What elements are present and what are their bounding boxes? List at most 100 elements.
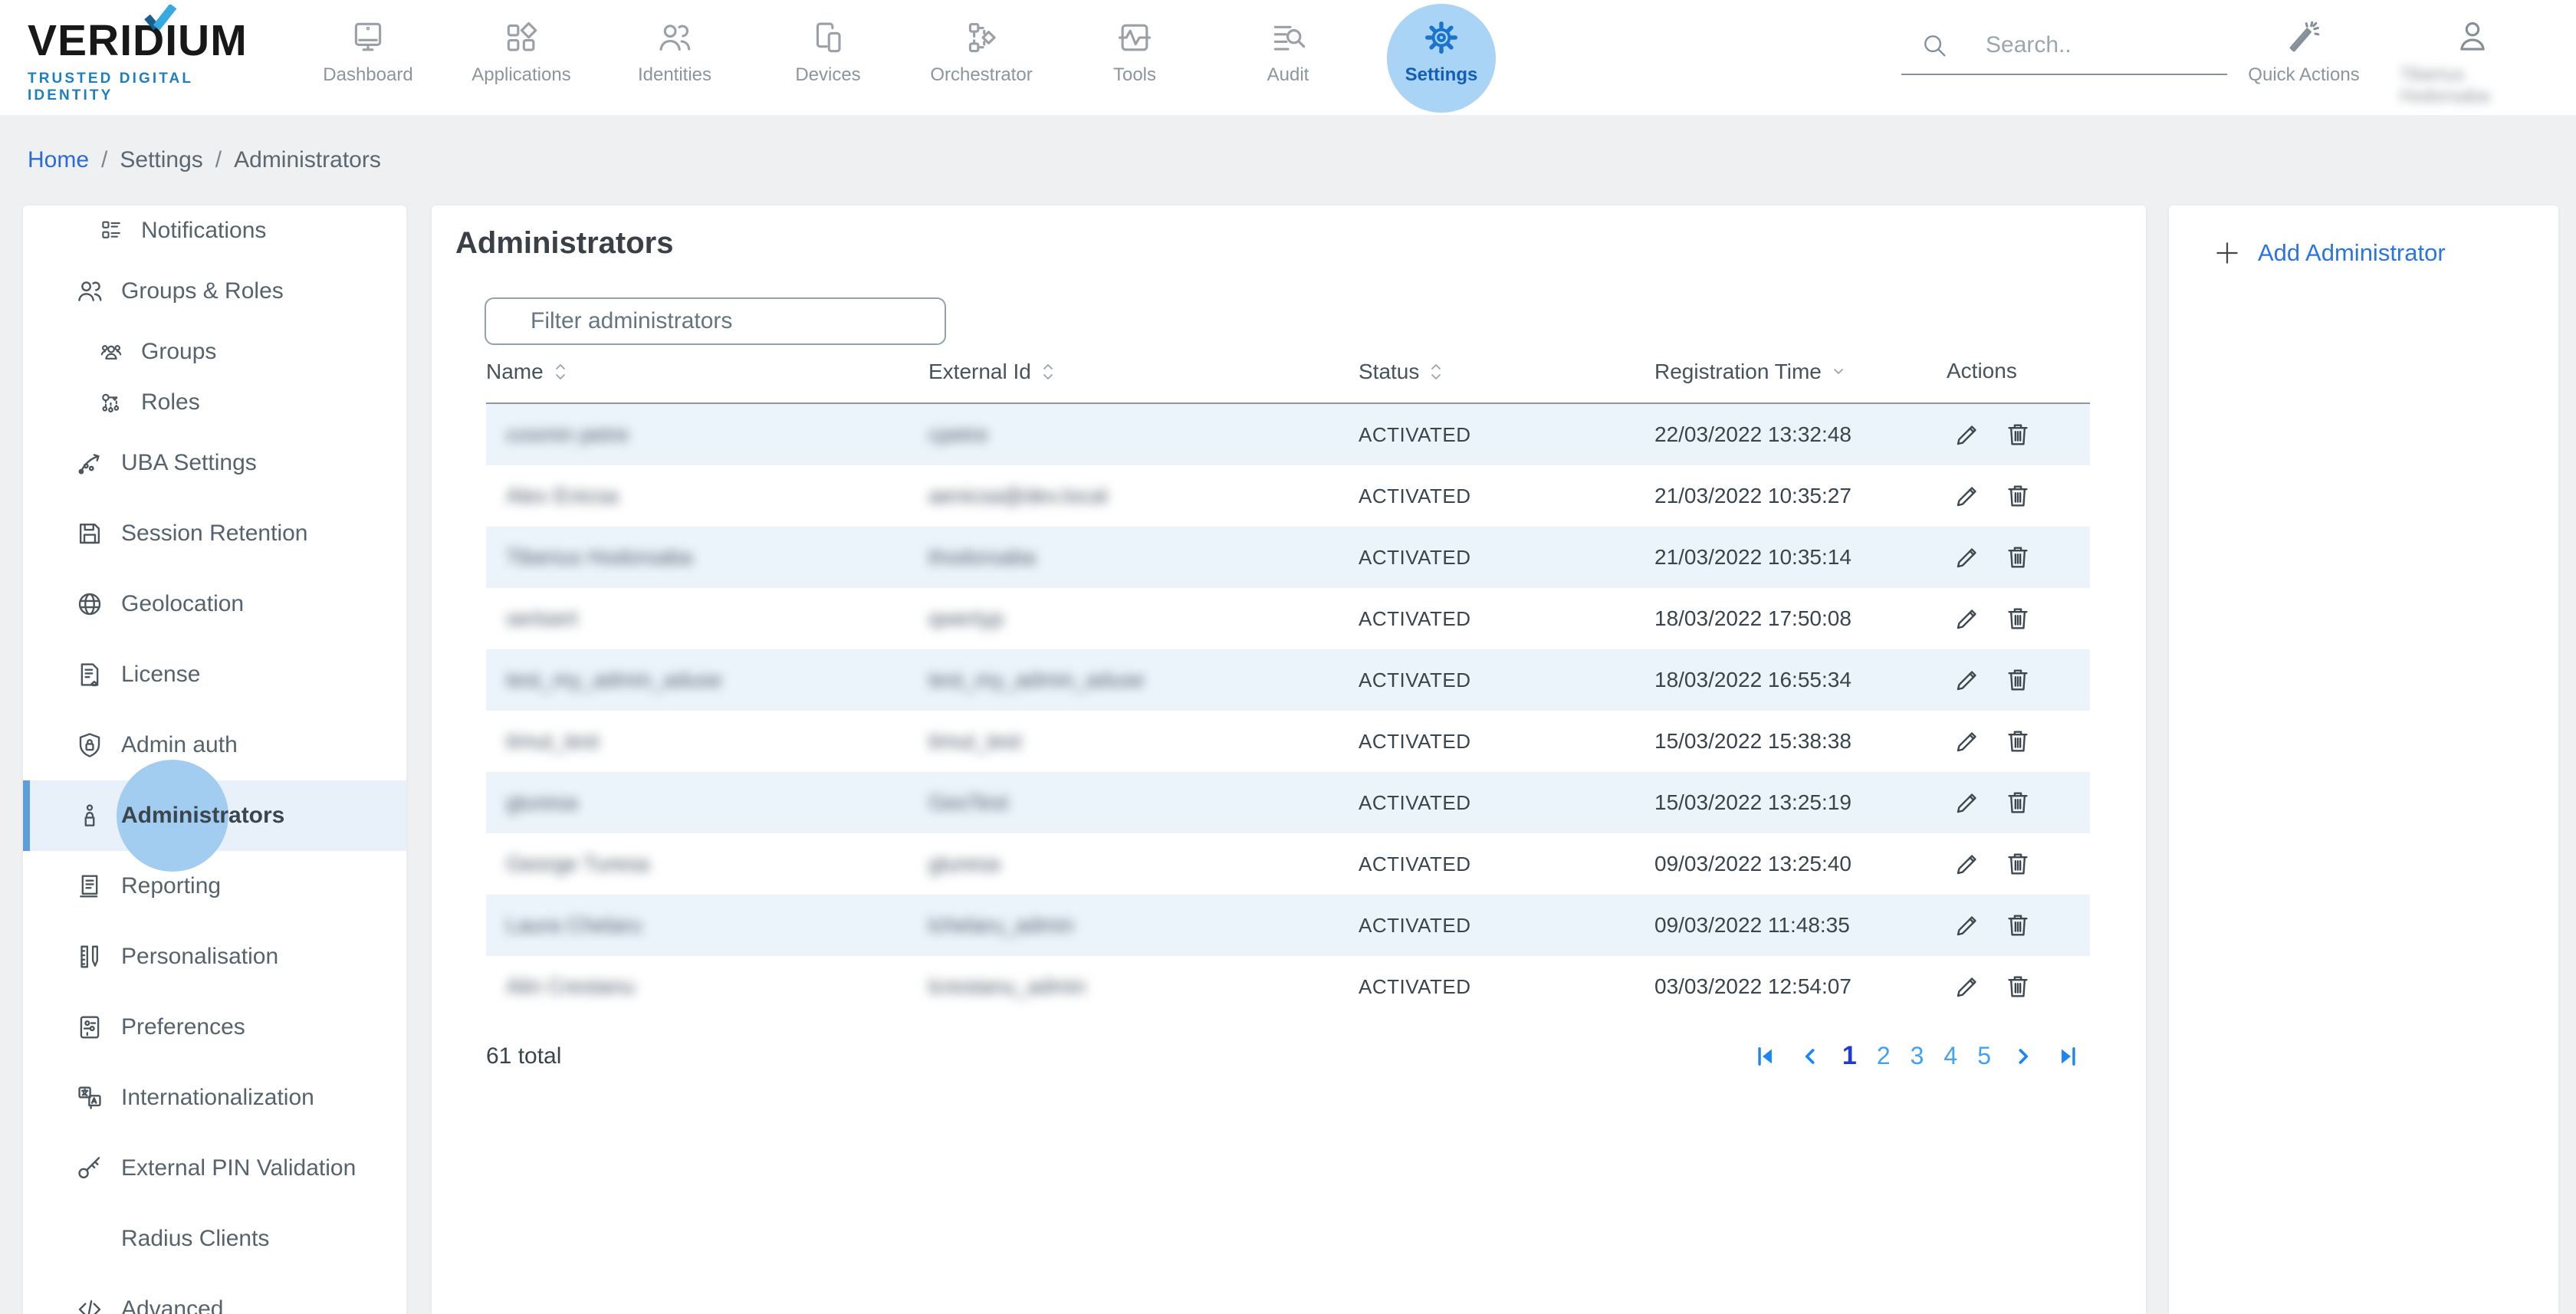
gear-icon (1422, 18, 1460, 57)
edit-administrator-button[interactable] (1953, 972, 1982, 1001)
sidebar-item[interactable]: Admin auth (23, 710, 406, 780)
cell-name: Tiberius Hodorsaba (506, 527, 692, 588)
nav-item[interactable]: Settings (1365, 0, 1518, 115)
nav-item[interactable]: Devices (751, 0, 905, 115)
pagination-first-button[interactable] (1753, 1043, 1779, 1069)
nav-item[interactable]: Identities (598, 0, 751, 115)
sidebar-item[interactable]: Preferences (23, 992, 406, 1063)
wand-icon (2285, 18, 2322, 55)
edit-administrator-button[interactable] (1953, 665, 1982, 695)
sidebar-item[interactable]: Session Retention (23, 498, 406, 569)
delete-administrator-button[interactable] (2003, 849, 2032, 879)
sidebar-item[interactable]: Advanced (23, 1274, 406, 1314)
edit-administrator-button[interactable] (1953, 788, 1982, 817)
sidebar-item-label: Geolocation (121, 591, 244, 617)
sidebar-item[interactable]: Notifications (23, 205, 406, 256)
cell-actions (1953, 588, 2032, 649)
delete-administrator-button[interactable] (2003, 727, 2032, 756)
edit-administrator-button[interactable] (1953, 911, 1982, 940)
search-input[interactable] (1986, 32, 2216, 58)
sidebar-item[interactable]: UBA Settings (23, 428, 406, 498)
breadcrumb-item[interactable]: Settings (120, 147, 202, 173)
cell-actions (1953, 833, 2032, 895)
nav-item[interactable]: Orchestrator (905, 0, 1058, 115)
edit-administrator-button[interactable] (1953, 543, 1982, 572)
column-header-registration-time[interactable]: Registration Time (1654, 359, 1848, 385)
breadcrumb-item[interactable]: Home (28, 147, 89, 173)
sidebar-item[interactable]: Geolocation (23, 569, 406, 639)
column-header-label: External Id (928, 360, 1031, 384)
sidebar-item[interactable]: Groups & Roles (23, 256, 406, 327)
add-administrator-button[interactable]: Add Administrator (2213, 239, 2446, 267)
nav-item[interactable]: Applications (445, 0, 598, 115)
filter-administrators-input[interactable] (485, 297, 946, 345)
delete-administrator-button[interactable] (2003, 420, 2032, 449)
cell-registration-time: 15/03/2022 13:25:19 (1654, 772, 1852, 833)
delete-administrator-button[interactable] (2003, 665, 2032, 695)
breadcrumb-separator: / (215, 147, 222, 173)
nav-item[interactable]: Audit (1211, 0, 1365, 115)
sidebar-item[interactable]: Internationalization (23, 1063, 406, 1133)
brand-name-text: VERIDIUM (28, 16, 248, 65)
sidebar-item-label: Roles (141, 389, 200, 416)
delete-administrator-button[interactable] (2003, 481, 2032, 511)
cell-status: ACTIVATED (1359, 833, 1471, 895)
pagination-prev-button[interactable] (1797, 1043, 1823, 1069)
column-header-external-id[interactable]: External Id (928, 359, 1057, 385)
delete-administrator-button[interactable] (2003, 911, 2032, 940)
nav-item[interactable]: Dashboard (291, 0, 445, 115)
sidebar-item[interactable]: Radius Clients (23, 1204, 406, 1274)
sidebar-item[interactable]: Personalisation (23, 921, 406, 992)
cell-actions (1953, 404, 2032, 465)
pagination-next-button[interactable] (2010, 1043, 2036, 1069)
quick-actions-button[interactable]: Quick Actions (2246, 0, 2361, 115)
cell-name: Laura Chelaru (506, 895, 642, 956)
pagination-page-4[interactable]: 4 (1944, 1042, 1957, 1070)
column-header-status[interactable]: Status (1359, 359, 1445, 385)
edit-administrator-button[interactable] (1953, 420, 1982, 449)
nav-item[interactable]: Tools (1058, 0, 1211, 115)
cell-registration-time: 18/03/2022 16:55:34 (1654, 649, 1852, 711)
search-icon (1920, 31, 1949, 60)
table-row: timut_testtimut_testACTIVATED15/03/2022 … (486, 711, 2090, 772)
table-row: Laura Chelarulchelaru_adminACTIVATED09/0… (486, 895, 2090, 956)
delete-administrator-button[interactable] (2003, 543, 2032, 572)
pagination-last-button[interactable] (2055, 1043, 2081, 1069)
cell-registration-time: 09/03/2022 11:48:35 (1654, 895, 1850, 956)
pagination-page-1[interactable]: 1 (1842, 1041, 1857, 1071)
pagination-page-3[interactable]: 3 (1911, 1042, 1924, 1070)
breadcrumb-item[interactable]: Administrators (234, 147, 381, 173)
sidebar-item[interactable]: Reporting (23, 851, 406, 921)
sidebar-item[interactable]: Administrators (23, 780, 406, 851)
nav-item-label: Dashboard (323, 64, 412, 86)
delete-administrator-button[interactable] (2003, 604, 2032, 633)
cell-name: timut_test (506, 711, 599, 772)
breadcrumb-separator: / (101, 147, 107, 173)
translate-icon (75, 1083, 104, 1112)
edit-administrator-button[interactable] (1953, 481, 1982, 511)
pagination-page-2[interactable]: 2 (1877, 1042, 1891, 1070)
nav-item-label: Audit (1267, 64, 1309, 86)
license-doc-icon (75, 660, 104, 689)
add-administrator-label: Add Administrator (2258, 239, 2446, 267)
column-header-label: Name (486, 360, 544, 384)
key-icon (75, 1154, 104, 1183)
pagination-page-5[interactable]: 5 (1977, 1042, 1991, 1070)
sidebar-item[interactable]: Roles (23, 377, 406, 428)
sidebar-item[interactable]: Groups (23, 327, 406, 377)
cell-status: ACTIVATED (1359, 711, 1471, 772)
edit-administrator-button[interactable] (1953, 727, 1982, 756)
sidebar-item[interactable]: License (23, 639, 406, 710)
table-row: test_my_admin_adusetest_my_admin_aduseAC… (486, 649, 2090, 711)
user-menu[interactable]: Tiberius Hodorsaba (2400, 0, 2545, 115)
cell-status: ACTIVATED (1359, 588, 1471, 649)
edit-administrator-button[interactable] (1953, 849, 1982, 879)
column-header-name[interactable]: Name (486, 359, 570, 385)
delete-administrator-button[interactable] (2003, 972, 2032, 1001)
delete-administrator-button[interactable] (2003, 788, 2032, 817)
cell-actions (1953, 527, 2032, 588)
report-icon (75, 872, 104, 901)
sidebar-item[interactable]: External PIN Validation (23, 1133, 406, 1204)
edit-administrator-button[interactable] (1953, 604, 1982, 633)
user-icon (2453, 17, 2492, 55)
